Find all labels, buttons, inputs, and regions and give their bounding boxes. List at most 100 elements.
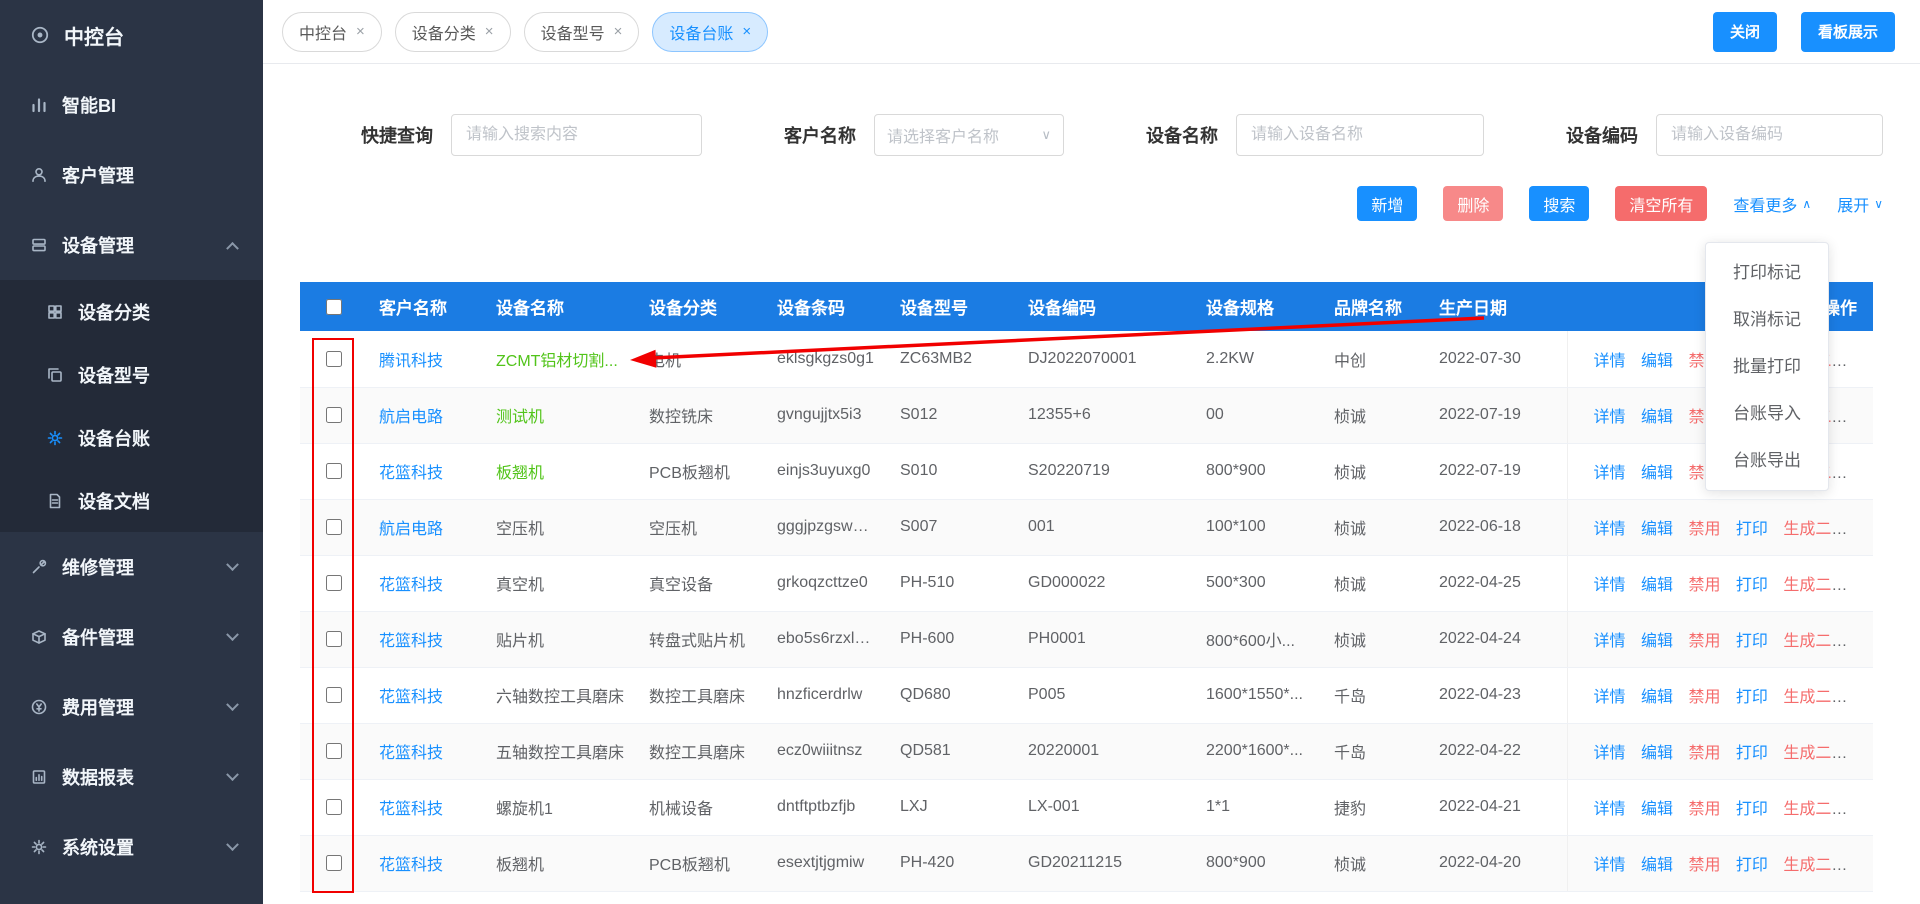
print-link[interactable]: 打印: [1736, 857, 1768, 874]
board-display-button[interactable]: 看板展示: [1801, 12, 1895, 52]
table-row[interactable]: 花篮科技 真空机 真空设备 grkoqzcttze0 PH-510 GD0000…: [300, 555, 1873, 611]
detail-link[interactable]: 详情: [1594, 409, 1626, 426]
customer-link[interactable]: 花篮科技: [379, 745, 443, 762]
generate-qrcode-link[interactable]: 生成二维码: [1783, 801, 1863, 818]
generate-qrcode-link[interactable]: 生成二维码: [1783, 745, 1863, 762]
table-row[interactable]: 花篮科技 六轴数控工具磨床 数控工具磨床 hnzficerdrlw QD680 …: [300, 667, 1873, 723]
sidebar-item-device-category[interactable]: 设备分类: [0, 280, 263, 343]
detail-link[interactable]: 详情: [1594, 801, 1626, 818]
print-link[interactable]: 打印: [1736, 745, 1768, 762]
menu-item-cancel-mark[interactable]: 取消标记: [1706, 296, 1828, 343]
print-link[interactable]: 打印: [1736, 801, 1768, 818]
table-row[interactable]: 花篮科技 板翘机 PCB板翘机 esextjtjgmiw PH-420 GD20…: [300, 835, 1873, 891]
device-code-input[interactable]: [1656, 114, 1883, 156]
print-link[interactable]: 打印: [1736, 577, 1768, 594]
disable-link[interactable]: 禁用: [1688, 801, 1720, 818]
customer-link[interactable]: 花篮科技: [379, 801, 443, 818]
detail-link[interactable]: 详情: [1594, 577, 1626, 594]
generate-qrcode-link[interactable]: 生成二维码: [1783, 577, 1863, 594]
detail-link[interactable]: 详情: [1594, 857, 1626, 874]
row-checkbox[interactable]: [326, 799, 342, 815]
menu-item-ledger-import[interactable]: 台账导入: [1706, 390, 1828, 437]
detail-link[interactable]: 详情: [1594, 633, 1626, 650]
select-all-checkbox[interactable]: [326, 299, 342, 315]
expand-link[interactable]: 展开 ∨: [1837, 192, 1883, 216]
generate-qrcode-link[interactable]: 生成二维码: [1783, 521, 1863, 538]
generate-qrcode-link[interactable]: 生成二维码: [1783, 689, 1863, 706]
clear-all-button[interactable]: 清空所有: [1615, 186, 1707, 221]
close-icon[interactable]: ×: [742, 23, 751, 40]
disable-link[interactable]: 禁用: [1688, 521, 1720, 538]
close-icon[interactable]: ×: [356, 23, 365, 40]
table-row[interactable]: 腾讯科技 ZCMT铝材切割... 电机 eklsgkgzs0g1 ZC63MB2…: [300, 331, 1873, 387]
print-link[interactable]: 打印: [1736, 689, 1768, 706]
row-checkbox[interactable]: [326, 743, 342, 759]
row-checkbox[interactable]: [326, 631, 342, 647]
table-row[interactable]: 花篮科技 板翘机 PCB板翘机 einjs3uyuxg0 S010 S20220…: [300, 443, 1873, 499]
customer-link[interactable]: 腾讯科技: [379, 353, 443, 370]
sidebar-item-fees[interactable]: 费用管理: [0, 672, 263, 742]
table-row[interactable]: 航启电路 测试机 数控铣床 gvngujjtx5i3 S012 12355+6 …: [300, 387, 1873, 443]
row-checkbox[interactable]: [326, 855, 342, 871]
delete-button[interactable]: 删除: [1443, 186, 1503, 221]
view-more-link[interactable]: 查看更多 ∧: [1733, 192, 1811, 216]
table-row[interactable]: 花篮科技 螺旋机1 机械设备 dntftptbzfjb LXJ LX-001 1…: [300, 779, 1873, 835]
customer-select[interactable]: 请选择客户名称 ∨: [874, 114, 1064, 156]
edit-link[interactable]: 编辑: [1641, 857, 1673, 874]
row-checkbox[interactable]: [326, 463, 342, 479]
print-link[interactable]: 打印: [1736, 633, 1768, 650]
detail-link[interactable]: 详情: [1594, 689, 1626, 706]
row-checkbox[interactable]: [326, 687, 342, 703]
sidebar-item-settings[interactable]: 系统设置: [0, 812, 263, 882]
sidebar-item-console[interactable]: 中控台: [0, 0, 263, 70]
disable-link[interactable]: 禁用: [1688, 857, 1720, 874]
row-checkbox[interactable]: [326, 519, 342, 535]
edit-link[interactable]: 编辑: [1641, 745, 1673, 762]
tab-device-model[interactable]: 设备型号 ×: [524, 12, 640, 52]
sidebar-item-spare-parts[interactable]: 备件管理: [0, 602, 263, 672]
tab-console[interactable]: 中控台 ×: [282, 12, 382, 52]
customer-link[interactable]: 花篮科技: [379, 465, 443, 482]
disable-link[interactable]: 禁用: [1688, 745, 1720, 762]
customer-link[interactable]: 航启电路: [379, 409, 443, 426]
table-row[interactable]: 花篮科技 贴片机 转盘式贴片机 ebo5s6rzxlmh PH-600 PH00…: [300, 611, 1873, 667]
search-button[interactable]: 搜索: [1529, 186, 1589, 221]
edit-link[interactable]: 编辑: [1641, 577, 1673, 594]
edit-link[interactable]: 编辑: [1641, 465, 1673, 482]
generate-qrcode-link[interactable]: 生成二维码: [1783, 633, 1863, 650]
table-row[interactable]: 花篮科技 五轴数控工具磨床 数控工具磨床 ecz0wiiitnsz QD581 …: [300, 723, 1873, 779]
disable-link[interactable]: 禁用: [1688, 577, 1720, 594]
detail-link[interactable]: 详情: [1594, 521, 1626, 538]
close-icon[interactable]: ×: [614, 23, 623, 40]
edit-link[interactable]: 编辑: [1641, 353, 1673, 370]
device-name-input[interactable]: [1236, 114, 1484, 156]
disable-link[interactable]: 禁用: [1688, 633, 1720, 650]
edit-link[interactable]: 编辑: [1641, 633, 1673, 650]
row-checkbox[interactable]: [326, 575, 342, 591]
edit-link[interactable]: 编辑: [1641, 521, 1673, 538]
edit-link[interactable]: 编辑: [1641, 801, 1673, 818]
edit-link[interactable]: 编辑: [1641, 689, 1673, 706]
sidebar-item-device-docs[interactable]: 设备文档: [0, 469, 263, 532]
sidebar-item-reports[interactable]: 数据报表: [0, 742, 263, 812]
tab-device-category[interactable]: 设备分类 ×: [395, 12, 511, 52]
close-button[interactable]: 关闭: [1713, 12, 1777, 52]
menu-item-print-mark[interactable]: 打印标记: [1706, 249, 1828, 296]
row-checkbox[interactable]: [326, 407, 342, 423]
menu-item-batch-print[interactable]: 批量打印: [1706, 343, 1828, 390]
add-button[interactable]: 新增: [1357, 186, 1417, 221]
generate-qrcode-link[interactable]: 生成二维码: [1783, 857, 1863, 874]
sidebar-item-maintenance[interactable]: 维修管理: [0, 532, 263, 602]
sidebar-item-device-ledger[interactable]: 设备台账: [0, 406, 263, 469]
print-link[interactable]: 打印: [1736, 521, 1768, 538]
sidebar-item-bi[interactable]: 智能BI: [0, 70, 263, 140]
detail-link[interactable]: 详情: [1594, 353, 1626, 370]
customer-link[interactable]: 花篮科技: [379, 689, 443, 706]
customer-link[interactable]: 花篮科技: [379, 633, 443, 650]
close-icon[interactable]: ×: [485, 23, 494, 40]
customer-link[interactable]: 航启电路: [379, 521, 443, 538]
menu-item-ledger-export[interactable]: 台账导出: [1706, 437, 1828, 484]
tab-device-ledger[interactable]: 设备台账 ×: [652, 12, 768, 52]
sidebar-item-device-model[interactable]: 设备型号: [0, 343, 263, 406]
detail-link[interactable]: 详情: [1594, 465, 1626, 482]
